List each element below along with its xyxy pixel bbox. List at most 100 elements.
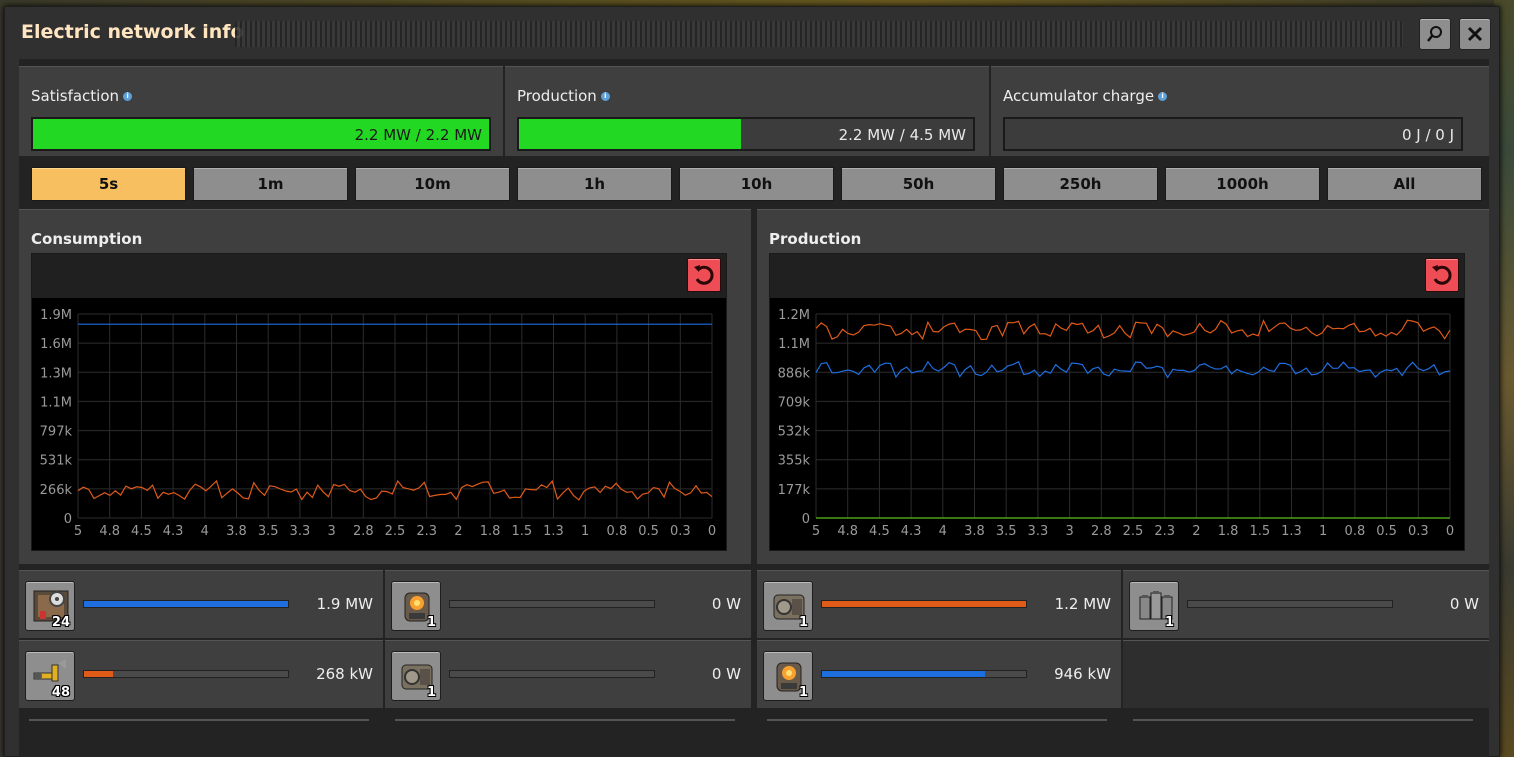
accumulator-slot[interactable]: 1 <box>1129 581 1179 631</box>
assembling-machine-slot[interactable]: 24 <box>25 581 75 631</box>
accumulator-value: 0 J / 0 J <box>1401 126 1454 144</box>
tab-1m[interactable]: 1m <box>193 167 348 201</box>
accumulator-bar: 0 J / 0 J <box>1003 117 1463 151</box>
consumer-row-2[interactable]: 48 268 kW <box>19 640 383 708</box>
x-tick-label: 1 <box>581 524 589 539</box>
divider <box>767 719 1107 721</box>
consumption-graph-panel: Consumption 1.9M 1.6M 1.3M 1.1M 797k 531k 266k… <box>19 209 751 564</box>
consumption-bar-fill <box>84 601 288 607</box>
y-tick-label: 797k <box>40 425 73 440</box>
steam-engine-slot[interactable]: 1 <box>763 581 813 631</box>
tab-250h[interactable]: 250h <box>1003 167 1158 201</box>
x-tick-label: 1.8 <box>1218 524 1239 539</box>
y-tick-label: 266k <box>40 483 73 498</box>
x-tick-label: 0.5 <box>638 524 659 539</box>
item-count: 1 <box>798 615 808 630</box>
satisfaction-label-text: Satisfaction <box>31 87 120 105</box>
tab-all[interactable]: All <box>1327 167 1482 201</box>
producer-row-2[interactable]: 1 946 kW <box>757 640 1121 708</box>
search-icon <box>1427 26 1442 42</box>
empty-cell <box>1123 640 1489 708</box>
x-tick-label: 5 <box>74 524 82 539</box>
tab-1000h[interactable]: 1000h <box>1165 167 1320 201</box>
y-tick-label: 0 <box>64 512 72 527</box>
x-tick-label: 0.3 <box>1408 524 1429 539</box>
item-count: 1 <box>798 685 808 700</box>
search-button[interactable] <box>1419 18 1451 50</box>
producer-row-0[interactable]: 1 1.2 MW <box>757 570 1121 638</box>
consumption-graph-header <box>32 254 726 298</box>
x-tick-label: 1 <box>1319 524 1327 539</box>
production-graph-header <box>770 254 1464 298</box>
x-tick-label: 0.3 <box>670 524 691 539</box>
consumption-graph: 1.9M 1.6M 1.3M 1.1M 797k 531k 266k 0 5 4.8 4.5 4.3 4… <box>31 253 727 551</box>
accumulator-label: Accumulator charge i <box>1003 87 1168 105</box>
inserter-slot[interactable]: 48 <box>25 651 75 701</box>
drag-handle[interactable] <box>235 21 1403 47</box>
x-tick-label: 2.8 <box>353 524 374 539</box>
consumption-value: 0 W <box>711 665 741 683</box>
x-tick-label: 3.3 <box>1028 524 1049 539</box>
x-tick-label: 2 <box>1192 524 1200 539</box>
y-tick-label: 532k <box>778 425 811 440</box>
y-tick-label: 1.9M <box>40 308 72 323</box>
window-title: Electric network info <box>21 21 244 43</box>
consumer-row-3[interactable]: 1 0 W <box>385 640 751 708</box>
close-button[interactable] <box>1459 18 1491 50</box>
production-value: 1.2 MW <box>1054 595 1111 613</box>
tab-10m[interactable]: 10m <box>355 167 510 201</box>
tab-10h[interactable]: 10h <box>679 167 834 201</box>
x-tick-label: 3.5 <box>258 524 279 539</box>
x-tick-label: 2.3 <box>1154 524 1175 539</box>
info-icon[interactable]: i <box>600 92 610 101</box>
boiler-slot[interactable]: 1 <box>763 651 813 701</box>
production-value: 0 W <box>1449 595 1479 613</box>
production-bar <box>1187 600 1393 608</box>
consumption-value: 268 kW <box>316 665 373 683</box>
y-tick-label: 886k <box>778 366 811 381</box>
y-tick-label: 1.2M <box>778 308 810 323</box>
boiler-slot[interactable]: 1 <box>391 581 441 631</box>
y-tick-label: 1.1M <box>40 395 72 410</box>
x-tick-label: 2.8 <box>1091 524 1112 539</box>
x-tick-label: 2.3 <box>416 524 437 539</box>
x-tick-label: 2.5 <box>385 524 406 539</box>
tab-5s[interactable]: 5s <box>31 167 186 201</box>
consumption-bar <box>449 670 655 678</box>
production-graph: 1.2M 1.1M 886k 709k 532k 355k 177k 0 5 4.8 4.5 4.3 4… <box>769 253 1465 551</box>
satisfaction-value: 2.2 MW / 2.2 MW <box>354 126 482 144</box>
y-tick-label: 1.6M <box>40 337 72 352</box>
consumption-bar <box>83 600 289 608</box>
production-bar-fill <box>822 671 986 677</box>
production-label-text: Production <box>517 87 597 105</box>
x-tick-label: 2.5 <box>1123 524 1144 539</box>
x-tick-label: 4.3 <box>163 524 184 539</box>
production-bar <box>821 600 1027 608</box>
y-tick-label: 355k <box>778 454 811 469</box>
consumer-row-1[interactable]: 1 0 W <box>385 570 751 638</box>
consumption-title: Consumption <box>31 230 143 248</box>
info-icon[interactable]: i <box>123 92 133 101</box>
producer-row-1[interactable]: 1 0 W <box>1123 570 1489 638</box>
titlebar[interactable]: Electric network info <box>5 7 1499 55</box>
production-plot[interactable]: 1.2M1.1M886k709k532k355k177k05 4.8 4.5 4.3 4… <box>770 298 1466 552</box>
x-tick-label: 1.8 <box>480 524 501 539</box>
steam-engine-slot[interactable]: 1 <box>391 651 441 701</box>
info-icon[interactable]: i <box>1158 92 1168 101</box>
consumption-plot[interactable]: 1.9M1.6M1.3M1.1M797k531k266k05 4.8 4.5 4.3 4… <box>32 298 728 552</box>
consumption-bar <box>83 670 289 678</box>
x-tick-label: 0.8 <box>607 524 628 539</box>
x-tick-label: 3.8 <box>964 524 985 539</box>
reset-zoom-button[interactable] <box>687 258 721 292</box>
production-value: 2.2 MW / 4.5 MW <box>838 126 966 144</box>
reset-zoom-button[interactable] <box>1425 258 1459 292</box>
close-icon <box>1467 26 1483 42</box>
x-tick-label: 0 <box>1446 524 1454 539</box>
production-panel: Production i 2.2 MW / 4.5 MW <box>505 66 989 156</box>
tab-50h[interactable]: 50h <box>841 167 996 201</box>
item-count: 1 <box>426 685 436 700</box>
electric-network-window: Electric network info Satisfaction i 2.2 … <box>4 6 1500 757</box>
y-tick-label: 531k <box>40 454 73 469</box>
tab-1h[interactable]: 1h <box>517 167 672 201</box>
consumer-row-0[interactable]: 24 1.9 MW <box>19 570 383 638</box>
